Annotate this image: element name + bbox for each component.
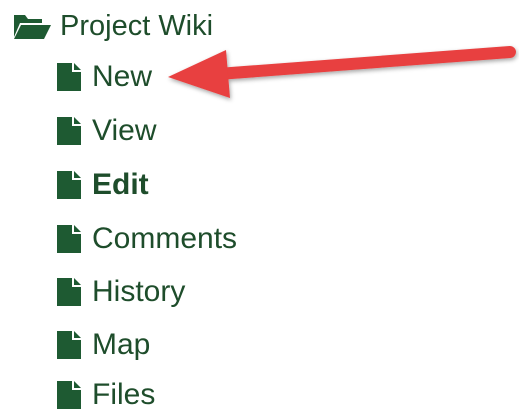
wiki-menu-tree: Project Wiki New View Edit Comments Hist… bbox=[0, 0, 519, 416]
menu-item-label: New bbox=[92, 60, 153, 93]
menu-item-label: Files bbox=[92, 378, 156, 411]
folder-open-icon bbox=[14, 15, 51, 39]
document-icon bbox=[57, 171, 81, 199]
menu-item-new[interactable]: New bbox=[56, 56, 152, 98]
document-icon bbox=[57, 63, 81, 91]
tree-root-label: Project Wiki bbox=[60, 9, 214, 42]
tree-root-project-wiki[interactable]: Project Wiki bbox=[12, 6, 213, 46]
document-icon bbox=[57, 225, 81, 253]
menu-item-label: Edit bbox=[92, 168, 149, 201]
document-icon bbox=[57, 117, 81, 145]
menu-item-view[interactable]: View bbox=[56, 110, 156, 152]
menu-item-label: Comments bbox=[92, 222, 238, 255]
document-icon bbox=[57, 278, 81, 306]
menu-item-label: View bbox=[92, 114, 157, 147]
menu-item-comments[interactable]: Comments bbox=[56, 218, 237, 260]
menu-item-files[interactable]: Files bbox=[56, 374, 155, 416]
menu-item-label: Map bbox=[92, 328, 151, 361]
document-icon bbox=[57, 331, 81, 359]
menu-item-map[interactable]: Map bbox=[56, 324, 150, 366]
menu-item-edit[interactable]: Edit bbox=[56, 164, 149, 206]
menu-item-label: History bbox=[92, 275, 186, 308]
document-icon bbox=[57, 381, 81, 409]
menu-item-history[interactable]: History bbox=[56, 271, 185, 313]
